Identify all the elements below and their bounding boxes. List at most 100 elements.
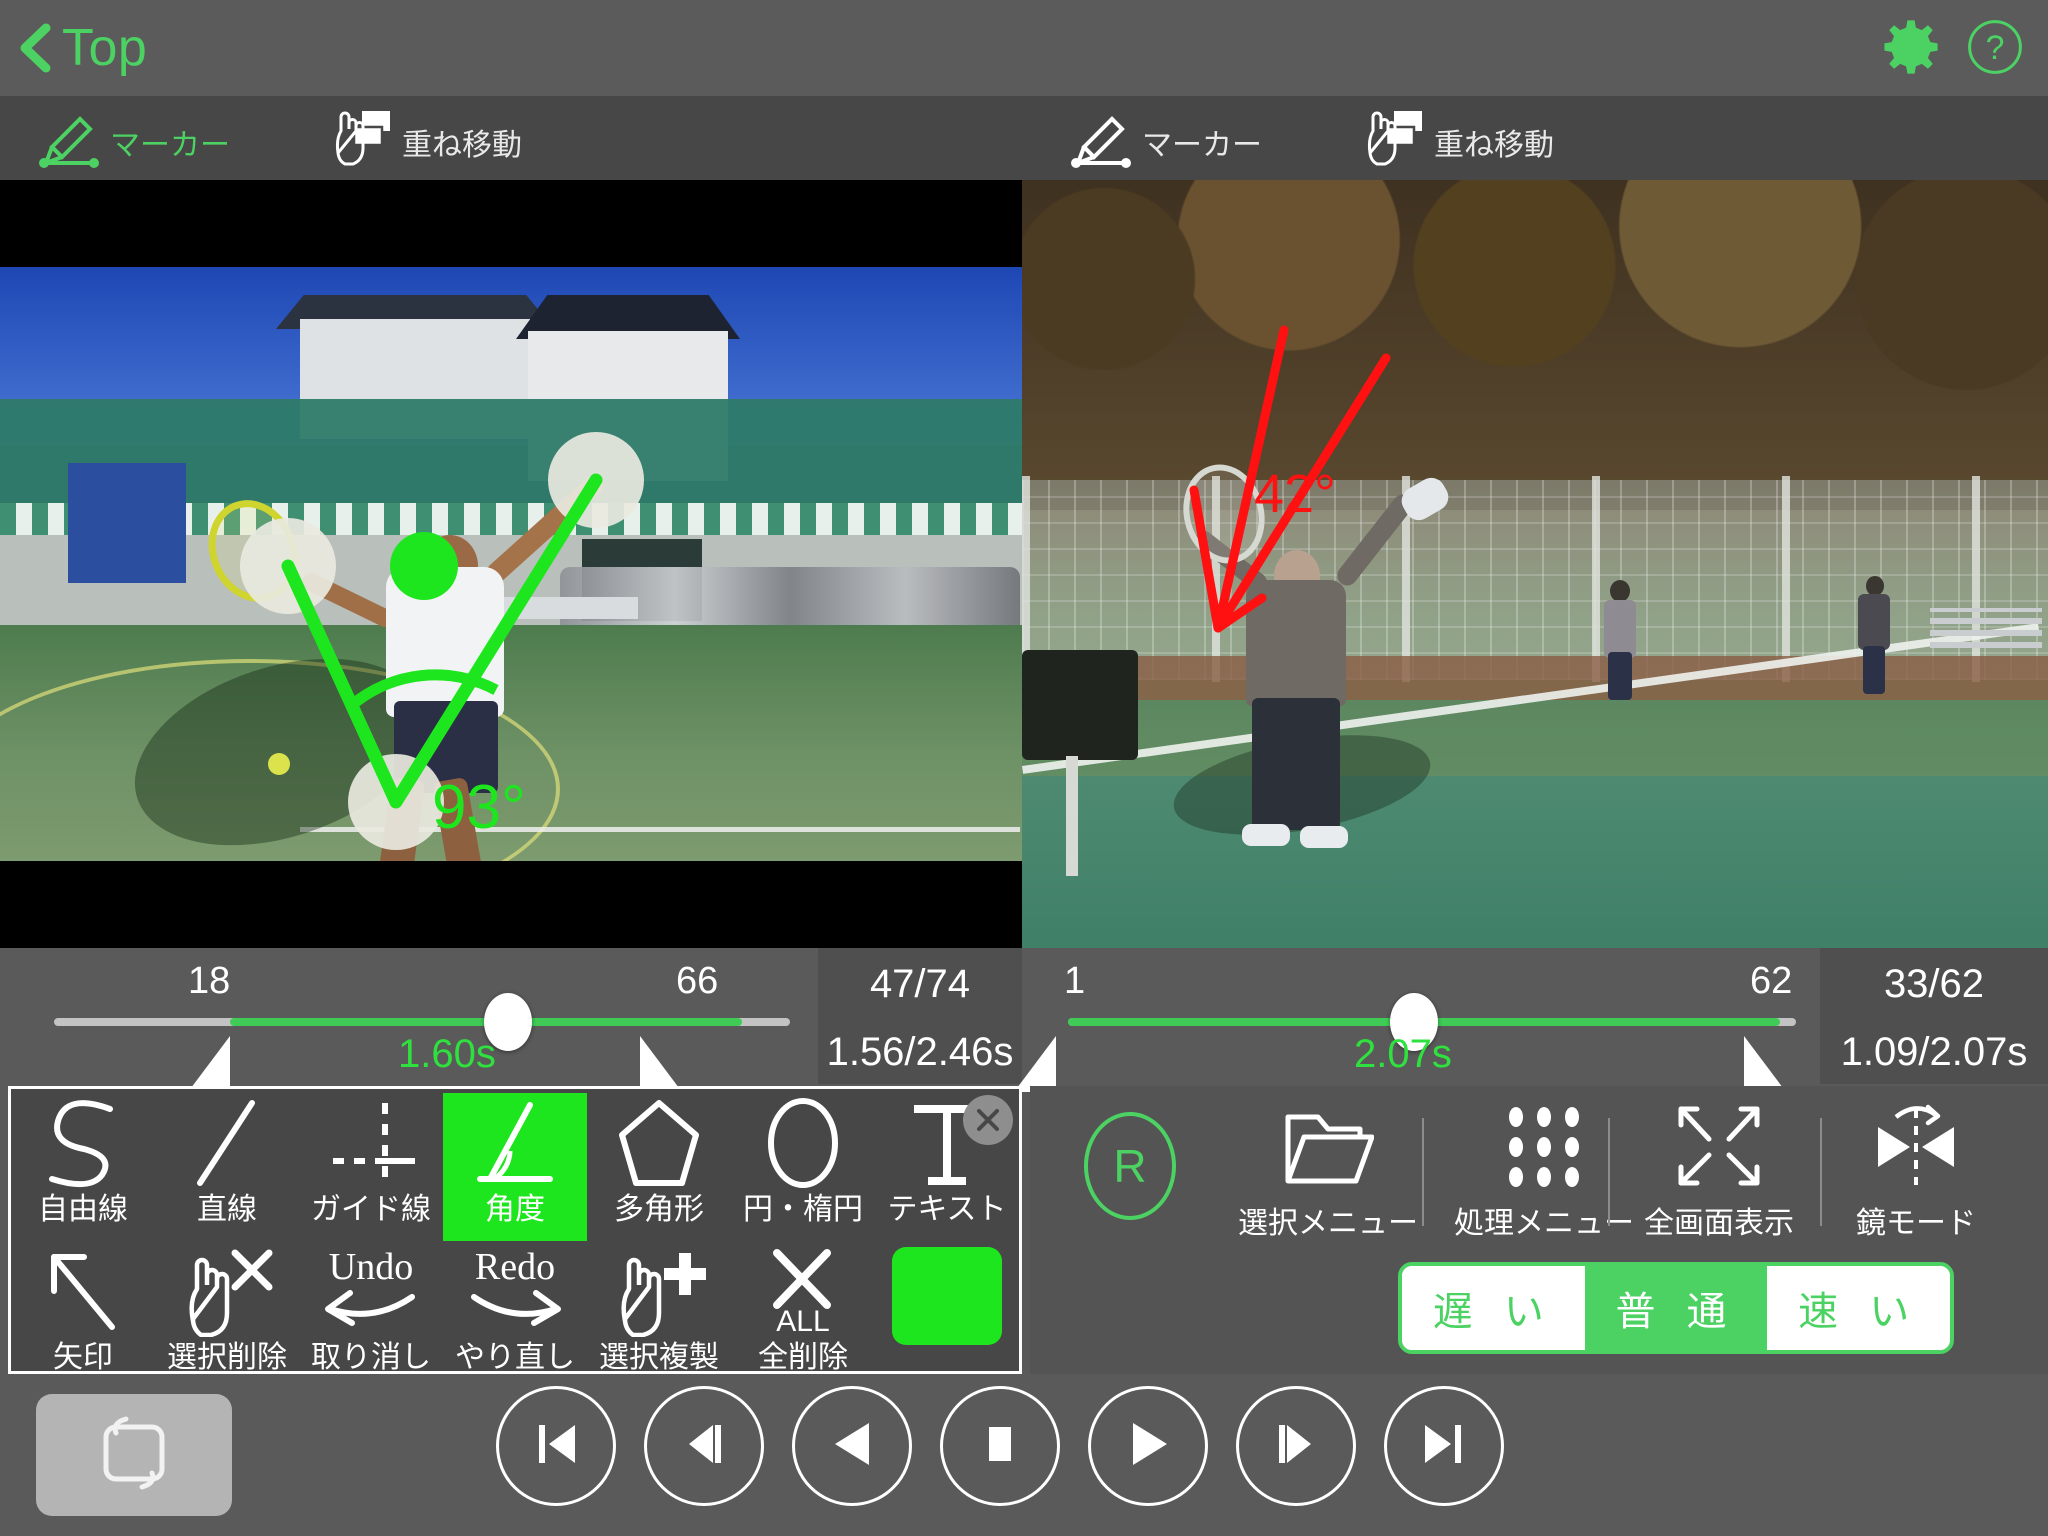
- back-button[interactable]: Top: [18, 14, 147, 82]
- mirror-mode-icon: [1868, 1100, 1964, 1192]
- redo-icon: Redo: [460, 1243, 570, 1341]
- step-back-button[interactable]: [644, 1386, 764, 1506]
- arrow-icon: [40, 1243, 126, 1341]
- undo-icon: Undo: [316, 1243, 426, 1341]
- stop-button[interactable]: [940, 1386, 1060, 1506]
- toolbar-left-group: マーカー 重ね移動: [36, 96, 522, 180]
- rewind-icon: [825, 1417, 879, 1476]
- toolbar-right-overlay-button[interactable]: 重ね移動: [1360, 107, 1554, 169]
- step-forward-icon: [1269, 1417, 1323, 1476]
- slider-right-current-time: 2.07s: [1354, 1032, 1452, 1076]
- toolbar-right-overlay-label: 重ね移動: [1434, 129, 1554, 162]
- skip-to-start-button[interactable]: [496, 1386, 616, 1506]
- process-menu-label: 処理メニュー: [1454, 1207, 1634, 1240]
- tool-delete-selected[interactable]: 選択削除: [155, 1243, 299, 1373]
- slider-right-readout: 33/62 1.09/2.07s: [1820, 948, 2048, 1084]
- slider-right-range-start-handle[interactable]: [1014, 1036, 1056, 1092]
- tool-angle-label: 角度: [485, 1193, 545, 1226]
- tool-ellipse[interactable]: 円・楕円: [731, 1093, 875, 1241]
- slider-left-range-end-handle[interactable]: [640, 1036, 682, 1092]
- slider-right: 1 62 2.07s: [1014, 948, 1820, 1092]
- nav-bar: Top ?: [0, 0, 2048, 96]
- palette-row-shapes: 自由線 直線 ガイド線 角度 多角形 円・楕円 テキスト: [11, 1093, 1019, 1241]
- slider-left-readout: 47/74 1.56/2.46s: [818, 948, 1022, 1084]
- tool-straight-line[interactable]: 直線: [155, 1093, 299, 1241]
- panel-divider: [1820, 1118, 1822, 1226]
- gear-icon[interactable]: [1882, 18, 1940, 76]
- tool-color-swatch[interactable]: [875, 1243, 1019, 1373]
- tool-arrow[interactable]: 矢印: [11, 1243, 155, 1373]
- app-root: Top ? マーカー 重ね移動 マーカー 重ね移動 93° 42° 18 66 …: [0, 0, 2048, 1536]
- select-menu-label: 選択メニュー: [1238, 1207, 1418, 1240]
- video-pane-left[interactable]: 93°: [0, 180, 1022, 948]
- close-circle-icon[interactable]: [963, 1095, 1013, 1145]
- svg-text:R: R: [1113, 1140, 1146, 1192]
- question-circle-icon[interactable]: ?: [1966, 18, 2024, 76]
- toolbar-left-marker-button[interactable]: マーカー: [36, 107, 230, 169]
- tool-polygon[interactable]: 多角形: [587, 1093, 731, 1241]
- toolbar-left-overlay-button[interactable]: 重ね移動: [328, 107, 522, 169]
- tool-undo[interactable]: Undo 取り消し: [299, 1243, 443, 1373]
- fullscreen-label: 全画面表示: [1644, 1207, 1794, 1240]
- panel-divider: [1608, 1118, 1610, 1226]
- slider-left-time-counter: 1.56/2.46s: [826, 1030, 1014, 1074]
- fullscreen-button[interactable]: 全画面表示: [1644, 1100, 1794, 1242]
- speed-normal-button[interactable]: 普 通: [1584, 1266, 1768, 1350]
- process-menu-button[interactable]: 処理メニュー: [1454, 1100, 1634, 1242]
- slider-left: 18 66 1.60s: [0, 948, 818, 1092]
- video-pane-right[interactable]: 42°: [1022, 180, 2048, 948]
- slider-right-range-end-handle[interactable]: [1744, 1036, 1786, 1092]
- rewind-button[interactable]: [792, 1386, 912, 1506]
- folder-icon: [1282, 1100, 1374, 1192]
- marker-toolbar: マーカー 重ね移動 マーカー 重ね移動: [0, 96, 2048, 180]
- marker-pen-icon: [1068, 107, 1134, 169]
- right-control-panel: R 選択メニュー 処理メニュー 全画面表示 鏡モード 遅 い 普 通 速 い: [1030, 1086, 2048, 1374]
- recording-badge[interactable]: R: [1080, 1110, 1180, 1222]
- toolbar-right-group: マーカー 重ね移動: [1068, 96, 1554, 180]
- play-icon: [1121, 1417, 1175, 1476]
- tool-duplicate-selected[interactable]: 選択複製: [587, 1243, 731, 1373]
- back-label: Top: [62, 19, 148, 77]
- svg-text:Undo: Undo: [329, 1247, 413, 1288]
- hand-delete-icon: [179, 1243, 275, 1341]
- mirror-mode-button[interactable]: 鏡モード: [1856, 1100, 1976, 1242]
- skip-to-end-icon: [1417, 1417, 1471, 1476]
- hand-layers-icon: [328, 107, 394, 169]
- slider-right-frame-counter: 33/62: [1883, 962, 1985, 1006]
- tool-freehand[interactable]: 自由線: [11, 1093, 155, 1241]
- delete-all-icon: ALL: [755, 1243, 851, 1341]
- skip-to-end-button[interactable]: [1384, 1386, 1504, 1506]
- select-menu-button[interactable]: 選択メニュー: [1238, 1100, 1418, 1242]
- slider-left-frame-counter: 47/74: [869, 962, 971, 1006]
- stop-icon: [973, 1417, 1027, 1476]
- slider-left-min: 18: [188, 960, 231, 1002]
- grid-dots-icon: [1498, 1100, 1590, 1192]
- tool-delete-all[interactable]: ALL 全削除: [731, 1243, 875, 1373]
- svg-text:?: ?: [1986, 29, 2005, 67]
- tool-straight-line-label: 直線: [197, 1193, 257, 1226]
- expand-arrows-icon: [1671, 1100, 1767, 1192]
- step-forward-button[interactable]: [1236, 1386, 1356, 1506]
- tool-undo-label: 取り消し: [311, 1341, 431, 1374]
- color-swatch-icon[interactable]: [892, 1247, 1002, 1345]
- slider-left-track[interactable]: [54, 1018, 790, 1026]
- slider-left-range-start-handle[interactable]: [188, 1036, 230, 1092]
- loop-button[interactable]: [36, 1394, 232, 1516]
- svg-text:ALL: ALL: [776, 1305, 829, 1337]
- tool-polygon-label: 多角形: [614, 1193, 704, 1226]
- toolbar-right-marker-button[interactable]: マーカー: [1068, 107, 1262, 169]
- polygon-icon: [616, 1093, 702, 1193]
- transport-bar: [0, 1374, 2048, 1536]
- toolbar-left-marker-label: マーカー: [110, 129, 230, 162]
- straight-line-icon: [184, 1093, 270, 1193]
- speed-slow-button[interactable]: 遅 い: [1402, 1266, 1585, 1350]
- tool-redo[interactable]: Redo やり直し: [443, 1243, 587, 1373]
- toolbar-left-overlay-label: 重ね移動: [402, 129, 522, 162]
- speed-fast-button[interactable]: 速 い: [1767, 1266, 1950, 1350]
- tool-text-label: テキスト: [887, 1193, 1007, 1226]
- tool-guide-line[interactable]: ガイド線: [299, 1093, 443, 1241]
- tool-angle[interactable]: 角度: [443, 1093, 587, 1241]
- play-button[interactable]: [1088, 1386, 1208, 1506]
- tool-arrow-label: 矢印: [53, 1341, 113, 1374]
- hand-duplicate-icon: [611, 1243, 707, 1341]
